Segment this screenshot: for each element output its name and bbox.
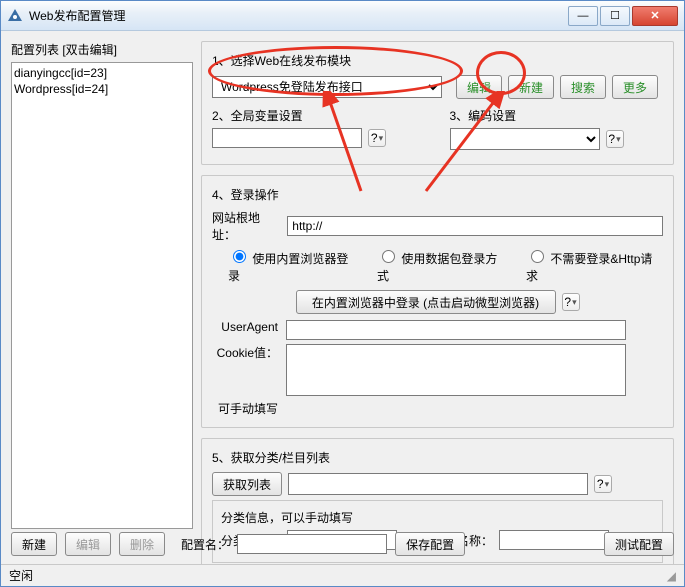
encoding-select[interactable]: [450, 128, 600, 150]
new-module-button[interactable]: 新建: [508, 75, 554, 99]
radio-datapacket[interactable]: 使用数据包登录方式: [377, 247, 508, 284]
window-title: Web发布配置管理: [29, 7, 568, 24]
status-text: 空闲: [9, 567, 33, 584]
config-name-label: 配置名：: [181, 536, 229, 553]
open-browser-login-button[interactable]: 在内置浏览器中登录 (点击启动微型浏览器): [296, 290, 556, 314]
minimize-button[interactable]: —: [568, 6, 598, 26]
list-item[interactable]: dianyingcc[id=23]: [14, 65, 190, 81]
config-list-label: 配置列表 [双击编辑]: [11, 41, 193, 58]
section5-label: 5、获取分类/栏目列表: [212, 449, 663, 466]
status-bar: 空闲 ◢: [1, 564, 684, 586]
help-icon[interactable]: ?▾: [606, 130, 624, 148]
list-item[interactable]: Wordpress[id=24]: [14, 81, 190, 97]
close-button[interactable]: ✕: [632, 6, 678, 26]
useragent-label: UserAgent: [212, 320, 282, 334]
root-url-input[interactable]: [287, 216, 663, 236]
delete-config-button[interactable]: 删除: [119, 532, 165, 556]
right-column: 1、选择Web在线发布模块 Wordpress免登陆发布接口 编辑 新建 搜索 …: [201, 41, 674, 529]
resize-grip-icon[interactable]: ◢: [667, 569, 676, 583]
section-select-module: 1、选择Web在线发布模块 Wordpress免登陆发布接口 编辑 新建 搜索 …: [201, 41, 674, 165]
left-column: 配置列表 [双击编辑] dianyingcc[id=23] Wordpress[…: [11, 41, 193, 529]
manual-fill-label: 可手动填写: [212, 400, 282, 417]
more-module-button[interactable]: 更多: [612, 75, 658, 99]
titlebar: Web发布配置管理 — ☐ ✕: [1, 1, 684, 31]
section-encoding: 3、编码设置 ?▾: [450, 107, 664, 154]
config-name-input[interactable]: [237, 534, 387, 554]
useragent-input[interactable]: [286, 320, 626, 340]
new-config-button[interactable]: 新建: [11, 532, 57, 556]
edit-config-button[interactable]: 编辑: [65, 532, 111, 556]
cookie-textarea[interactable]: [286, 344, 626, 396]
chevron-down-icon: ▾: [572, 297, 577, 308]
help-icon[interactable]: ?▾: [562, 293, 580, 311]
bottom-toolbar: 新建 编辑 删除 配置名： 保存配置 测试配置: [11, 532, 674, 556]
content: 配置列表 [双击编辑] dianyingcc[id=23] Wordpress[…: [1, 31, 684, 539]
test-config-button[interactable]: 测试配置: [604, 532, 674, 556]
config-listbox[interactable]: dianyingcc[id=23] Wordpress[id=24]: [11, 62, 193, 529]
chevron-down-icon: ▾: [605, 479, 610, 490]
search-module-button[interactable]: 搜索: [560, 75, 606, 99]
module-select[interactable]: Wordpress免登陆发布接口: [212, 76, 442, 98]
window: Web发布配置管理 — ☐ ✕ 配置列表 [双击编辑] dianyingcc[i…: [0, 0, 685, 587]
app-icon: [7, 8, 23, 24]
section4-label: 4、登录操作: [212, 186, 663, 203]
chevron-down-icon: ▾: [379, 133, 384, 144]
section-login: 4、登录操作 网站根地址： 使用内置浏览器登录 使用数据包登录方式 不需要登录&…: [201, 175, 674, 428]
category-sub-label: 分类信息，可以手动填写: [221, 509, 654, 526]
help-icon[interactable]: ?▾: [594, 475, 612, 493]
edit-module-button[interactable]: 编辑: [456, 75, 502, 99]
get-list-button[interactable]: 获取列表: [212, 472, 282, 496]
category-list-textarea[interactable]: [288, 473, 588, 495]
chevron-down-icon: ▾: [616, 134, 621, 145]
section1-label: 1、选择Web在线发布模块: [212, 52, 663, 69]
cookie-label: Cookie值：: [212, 344, 282, 361]
section3-label: 3、编码设置: [450, 107, 664, 124]
global-var-input[interactable]: [212, 128, 362, 148]
root-url-label: 网站根地址：: [212, 209, 281, 243]
section-global-vars: 2、全局变量设置 ?▾: [212, 107, 426, 154]
maximize-button[interactable]: ☐: [600, 6, 630, 26]
help-icon[interactable]: ?▾: [368, 129, 386, 147]
radio-builtin-browser[interactable]: 使用内置浏览器登录: [228, 247, 359, 284]
save-config-button[interactable]: 保存配置: [395, 532, 465, 556]
window-buttons: — ☐ ✕: [568, 6, 678, 26]
section2-label: 2、全局变量设置: [212, 107, 426, 124]
radio-nologin[interactable]: 不需要登录&Http请求: [526, 247, 663, 284]
